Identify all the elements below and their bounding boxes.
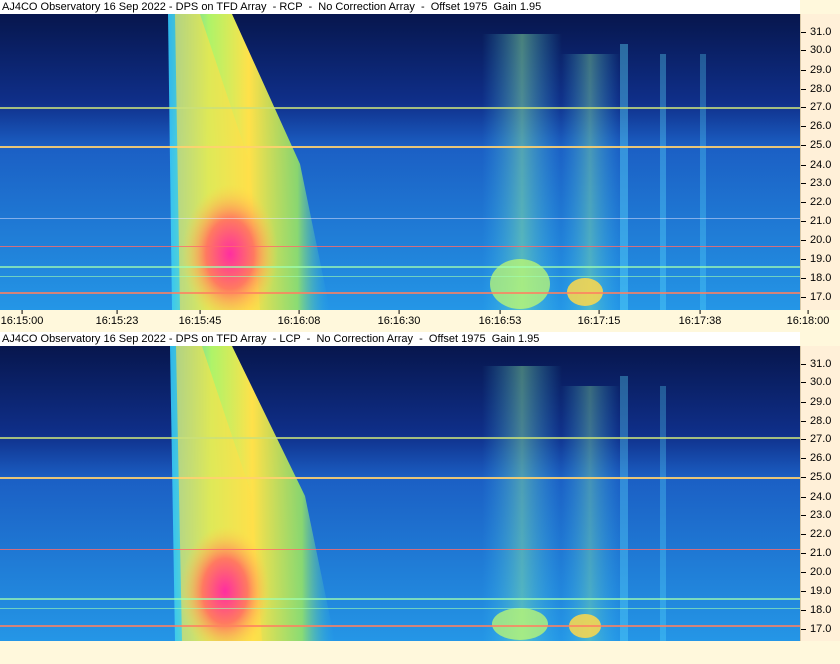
ytick: 27.0 — [801, 100, 840, 114]
panel-title-lcp: AJ4CO Observatory 16 Sep 2022 - DPS on T… — [0, 332, 800, 346]
ytick: 19.0 — [801, 584, 840, 598]
ytick: 24.0 — [801, 158, 840, 172]
ytick: 27.0 — [801, 432, 840, 446]
ytick: 21.0 — [801, 214, 840, 228]
xtick: 16:15:45 — [179, 310, 221, 327]
ytick: 29.0 — [801, 63, 840, 77]
ytick: 26.0 — [801, 451, 840, 465]
spectrogram-lcp[interactable] — [0, 346, 800, 641]
ytick: 20.0 — [801, 565, 840, 579]
xtick: 16:16:08 — [278, 310, 320, 327]
xtick: 16:16:53 — [479, 310, 521, 327]
ytick: 31.0 — [801, 357, 840, 371]
ytick: 26.0 — [801, 119, 840, 133]
xtick: 16:15:23 — [96, 310, 138, 327]
bottom-strip — [0, 641, 840, 664]
ytick: 28.0 — [801, 414, 840, 428]
xtick: 16:17:15 — [578, 310, 620, 327]
ytick: 21.0 — [801, 546, 840, 560]
ytick: 30.0 — [801, 375, 840, 389]
ytick: 30.0 — [801, 43, 840, 57]
time-axis: 16:15:00 16:15:23 16:15:45 16:16:08 16:1… — [0, 310, 840, 332]
ytick: 25.0 — [801, 470, 840, 484]
ytick: 31.0 — [801, 25, 840, 39]
panel-title-rcp: AJ4CO Observatory 16 Sep 2022 - DPS on T… — [0, 0, 800, 14]
xtick: 16:17:38 — [679, 310, 721, 327]
spectrogram-rcp[interactable] — [0, 14, 800, 310]
frequency-axis-lcp: 31.0 30.0 29.0 28.0 27.0 26.0 25.0 24.0 … — [800, 346, 840, 641]
ytick: 22.0 — [801, 195, 840, 209]
ytick: 29.0 — [801, 395, 840, 409]
ytick: 23.0 — [801, 508, 840, 522]
xtick: 16:16:30 — [378, 310, 420, 327]
ytick: 18.0 — [801, 603, 840, 617]
ytick: 22.0 — [801, 527, 840, 541]
ytick: 23.0 — [801, 176, 840, 190]
ytick: 24.0 — [801, 490, 840, 504]
ytick: 17.0 — [801, 290, 840, 304]
ytick: 20.0 — [801, 233, 840, 247]
ytick: 25.0 — [801, 138, 840, 152]
xtick: 16:18:00 — [787, 310, 829, 327]
frequency-axis-rcp: 31.0 30.0 29.0 28.0 27.0 26.0 25.0 24.0 … — [800, 14, 840, 310]
ytick: 18.0 — [801, 271, 840, 285]
ytick: 28.0 — [801, 82, 840, 96]
xtick: 16:15:00 — [1, 310, 43, 327]
ytick: 17.0 — [801, 622, 840, 636]
ytick: 19.0 — [801, 252, 840, 266]
